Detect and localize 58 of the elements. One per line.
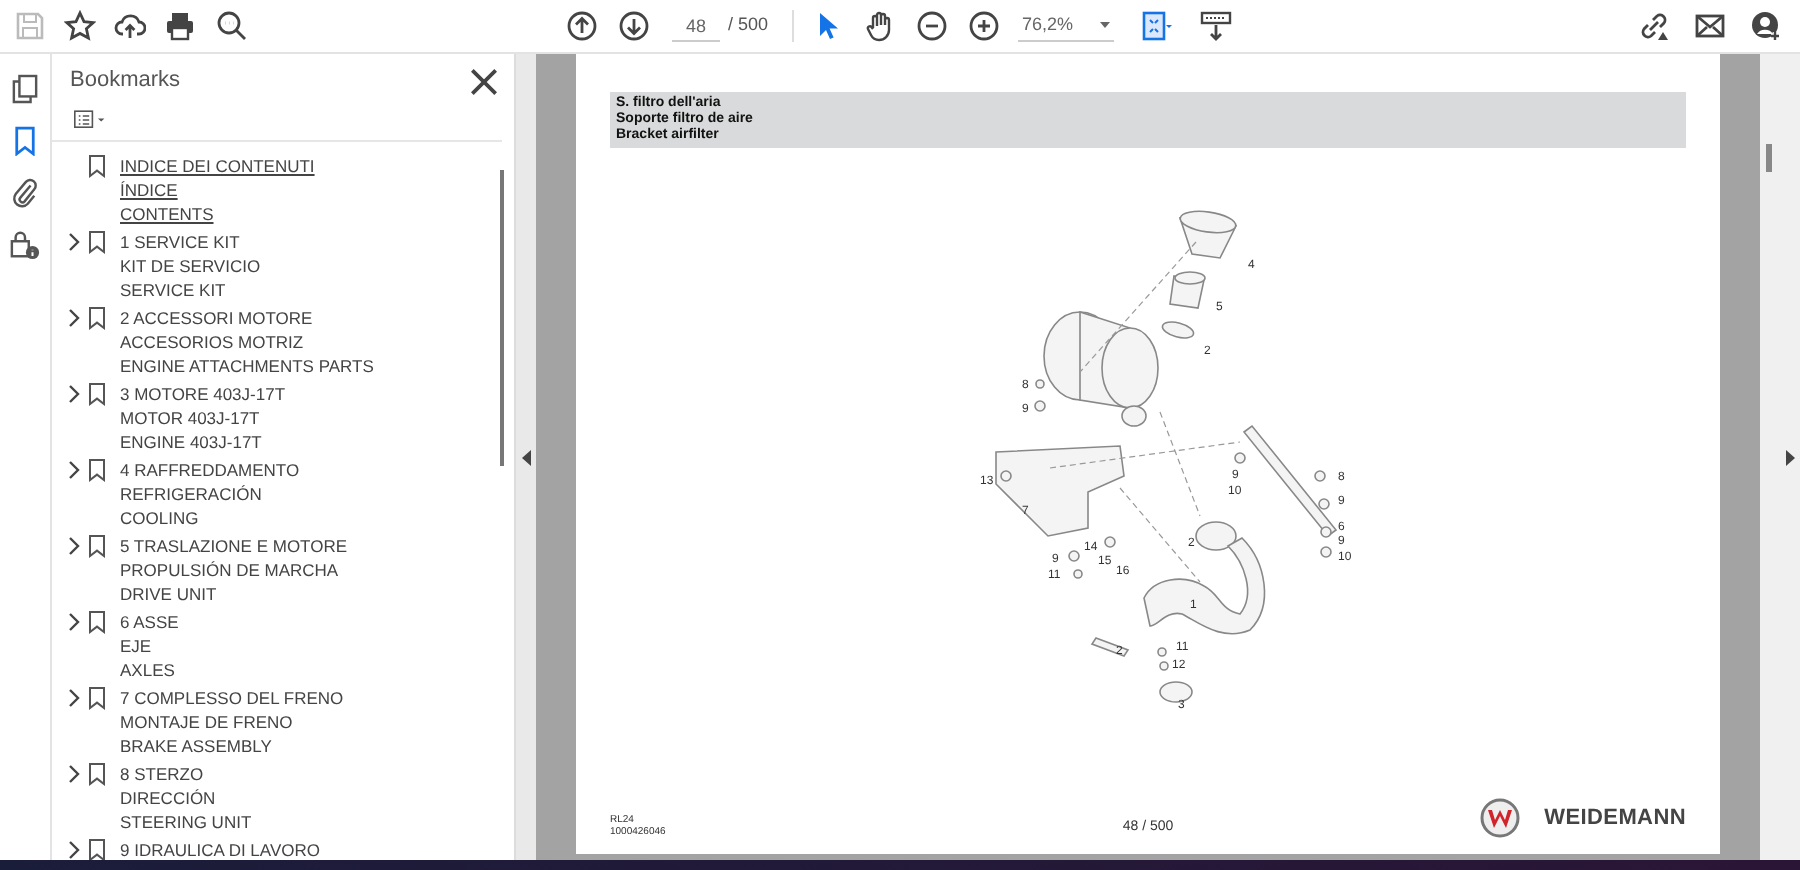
- page-number-field[interactable]: 48: [672, 10, 720, 42]
- scrollbar-thumb[interactable]: [1766, 144, 1772, 172]
- bookmark-icon: [88, 306, 106, 330]
- panel-title: Bookmarks: [70, 66, 181, 97]
- print-icon: [164, 10, 196, 42]
- keyboard-icon: [1200, 10, 1233, 42]
- options-button[interactable]: [70, 105, 110, 133]
- expand-chevron-icon[interactable]: [64, 458, 84, 482]
- bookmark-icon: [88, 382, 106, 406]
- next-page-icon: [618, 10, 650, 42]
- bookmark-icon: [88, 686, 106, 710]
- bookmark-item[interactable]: 4 RAFFREDDAMENTO REFRIGERACIÓN COOLING: [52, 456, 494, 532]
- attachments-button[interactable]: [7, 174, 43, 210]
- bookmark-icon: [88, 458, 106, 482]
- zoom-field[interactable]: 76,2%: [1018, 10, 1115, 42]
- bookmark-star-icon: [64, 10, 96, 42]
- expand-chevron-icon[interactable]: [64, 382, 84, 406]
- zoom-in-icon: [968, 10, 1001, 42]
- account-icon: [1750, 10, 1782, 42]
- bookmark-item[interactable]: INDICE DEI CONTENUTI ÍNDICE CONTENTS: [52, 152, 494, 228]
- expand-chevron-icon[interactable]: [64, 686, 84, 710]
- bookmark-item[interactable]: 9 IDRAULICA DI LAVORO: [52, 836, 494, 860]
- sign-icon: [1638, 10, 1670, 42]
- save-icon: [14, 10, 46, 42]
- bookmark-item[interactable]: 5 TRASLAZIONE E MOTORE PROPULSIÓN DE MARCHA DRIVE UNIT: [52, 532, 494, 608]
- security-button[interactable]: [7, 226, 43, 262]
- caret-icon: [1100, 22, 1111, 28]
- bookmark-item[interactable]: 3 MOTORE 403J-17T MOTOR 403J-17T ENGINE 403J-17T: [52, 380, 494, 456]
- brand-name: WEIDEMANN: [1544, 803, 1686, 834]
- zoom-out-icon: [916, 10, 949, 42]
- expand-chevron-icon[interactable]: [64, 610, 84, 634]
- expand-arrow-icon[interactable]: [1786, 449, 1796, 465]
- scrollbar-thumb[interactable]: [500, 170, 504, 466]
- bookmark-icon: [88, 610, 106, 634]
- mail-icon: [1694, 10, 1726, 42]
- bookmark-icon: [88, 762, 106, 786]
- upload-icon: [114, 10, 146, 42]
- zoom-search-icon: [216, 10, 248, 42]
- close-button[interactable]: [470, 67, 498, 95]
- bookmark-icon: [88, 838, 106, 860]
- bookmark-icon: [88, 230, 106, 254]
- bookmark-item[interactable]: 2 ACCESSORI MOTORE ACCESORIOS MOTRIZ ENGINE ATTACHMENTS PARTS: [52, 304, 494, 380]
- bookmark-item[interactable]: 7 COMPLESSO DEL FRENO MONTAJE DE FRENO BRAKE ASSEMBLY: [52, 684, 494, 760]
- bookmark-item[interactable]: 6 ASSE EJE AXLES: [52, 608, 494, 684]
- bookmark-item[interactable]: 8 STERZO DIRECCIÓN STEERING UNIT: [52, 760, 494, 836]
- expand-chevron-icon[interactable]: [64, 762, 84, 786]
- bookmark-item[interactable]: 1 SERVICE KIT KIT DE SERVICIO SERVICE KIT: [52, 228, 494, 304]
- expand-chevron-icon[interactable]: [64, 306, 84, 330]
- previous-page-icon: [566, 10, 598, 42]
- collapse-arrow-icon[interactable]: [521, 449, 531, 465]
- bookmark-icon: [88, 534, 106, 558]
- expand-chevron-icon[interactable]: [64, 838, 84, 860]
- expand-chevron-icon[interactable]: [64, 534, 84, 558]
- page-thumbnails-button[interactable]: [7, 70, 43, 106]
- page-total: / 500: [728, 12, 769, 39]
- expand-chevron-icon[interactable]: [64, 230, 84, 254]
- bookmark-icon: [88, 154, 106, 178]
- logo-icon: [1480, 798, 1521, 838]
